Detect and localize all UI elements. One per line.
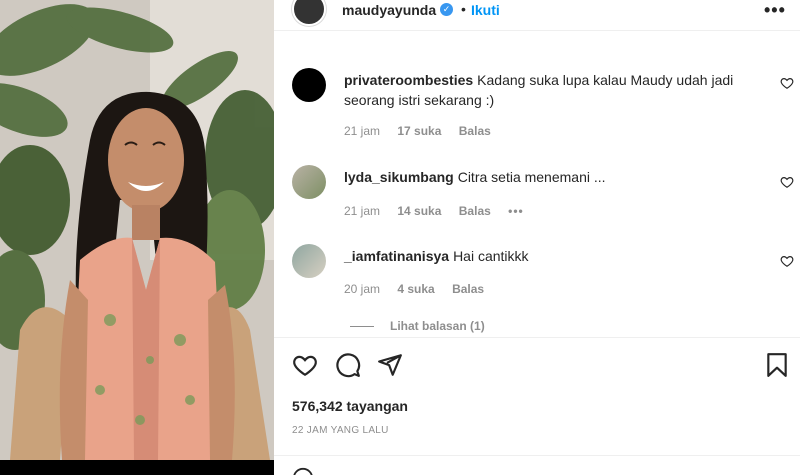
header-divider — [274, 30, 800, 31]
comment-text: Hai cantikkk — [453, 248, 529, 264]
view-count[interactable]: 576,342 tayangan — [292, 398, 408, 414]
comment-meta: 21 jam 14 suka Balas ••• — [344, 204, 538, 218]
commenter-avatar[interactable] — [292, 68, 326, 102]
comment-input-divider — [274, 455, 800, 456]
comment-like-heart-icon[interactable] — [780, 175, 794, 189]
comment-reply-button[interactable]: Balas — [459, 124, 491, 138]
commenter-avatar[interactable] — [292, 165, 326, 199]
comment-meta: 20 jam 4 suka Balas — [344, 282, 498, 296]
comment-body: privateroombesties Kadang suka lupa kalau… — [344, 70, 764, 110]
post-header: maudyayunda ✓ • Ikuti ••• — [274, 0, 800, 26]
header-separator: • — [461, 1, 466, 17]
share-icon[interactable] — [377, 352, 403, 378]
comment-body: _iamfatinanisya Hai cantikkk — [344, 246, 764, 266]
comment-time[interactable]: 20 jam — [344, 282, 380, 296]
post-photo-illustration — [0, 0, 274, 460]
actions-divider — [274, 337, 800, 338]
comment-more-options-icon[interactable]: ••• — [508, 204, 524, 218]
post-photo — [0, 0, 274, 460]
more-options-icon[interactable]: ••• — [764, 0, 786, 21]
comment-body: lyda_sikumbang Citra setia menemani ... — [344, 167, 764, 187]
bookmark-icon[interactable] — [764, 352, 790, 378]
post-media[interactable] — [0, 0, 274, 475]
media-bottom-bar — [0, 460, 274, 475]
view-replies-line — [350, 326, 374, 328]
follow-button[interactable]: Ikuti — [471, 2, 500, 18]
comment-time[interactable]: 21 jam — [344, 124, 380, 138]
comment-reply-button[interactable]: Balas — [452, 282, 484, 296]
comment-icon[interactable] — [335, 352, 361, 378]
comment-username[interactable]: lyda_sikumbang — [344, 169, 454, 185]
comment-likes[interactable]: 4 suka — [397, 282, 434, 296]
comment-like-heart-icon[interactable] — [780, 76, 794, 90]
comment-like-heart-icon[interactable] — [780, 254, 794, 268]
view-replies-button[interactable]: Lihat balasan (1) — [350, 319, 485, 333]
comment-text: Citra setia menemani ... — [457, 169, 606, 185]
comment-time[interactable]: 21 jam — [344, 204, 380, 218]
author-avatar[interactable] — [292, 0, 326, 26]
post-side-panel: maudyayunda ✓ • Ikuti ••• privateroombes… — [274, 0, 800, 475]
author-username[interactable]: maudyayunda — [342, 2, 436, 18]
comment-reply-button[interactable]: Balas — [459, 204, 491, 218]
emoji-icon[interactable] — [292, 467, 314, 475]
comment-username[interactable]: _iamfatinanisya — [344, 248, 449, 264]
comment-likes[interactable]: 14 suka — [397, 204, 441, 218]
comment-likes[interactable]: 17 suka — [397, 124, 441, 138]
view-replies-label: Lihat balasan (1) — [390, 319, 485, 333]
comment-username[interactable]: privateroombesties — [344, 72, 473, 88]
post-timestamp[interactable]: 22 JAM YANG LALU — [292, 425, 389, 436]
commenter-avatar[interactable] — [292, 244, 326, 278]
heart-icon[interactable] — [292, 352, 318, 378]
verified-badge-icon: ✓ — [440, 3, 453, 16]
comment-meta: 21 jam 17 suka Balas — [344, 124, 505, 138]
